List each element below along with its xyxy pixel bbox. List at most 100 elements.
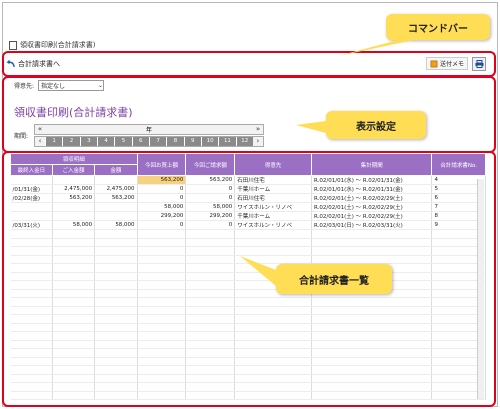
empty-cell — [10, 255, 53, 264]
month-button[interactable]: 6 — [131, 137, 149, 146]
empty-cell — [10, 246, 53, 256]
empty-cell — [137, 229, 187, 239]
table-cell: R.02/01/01(水) ～ R.02/01/31(金) — [311, 175, 433, 185]
command-bar: 合計請求書へ 送付メモ — [4, 54, 492, 73]
empty-cell — [234, 391, 312, 400]
table-cell: /03/31(火) — [10, 220, 53, 230]
prev-month-button[interactable]: ‹ — [35, 137, 45, 146]
column-header[interactable]: 今回ご請求額 — [185, 153, 236, 176]
empty-cell — [94, 229, 138, 239]
empty-cell — [10, 289, 53, 298]
empty-cell — [311, 323, 433, 332]
empty-row — [10, 391, 486, 400]
column-header[interactable]: 金額 — [94, 164, 138, 176]
command-bar-right: 送付メモ — [425, 56, 486, 71]
empty-cell — [311, 348, 433, 358]
send-memo-button[interactable]: 送付メモ — [425, 57, 468, 70]
next-month-button[interactable]: › — [252, 137, 263, 146]
table-row[interactable]: /02/28(金) 563,200 563,200 0 0 石田川住宅 R.02/02/01… — [10, 193, 486, 203]
column-header[interactable]: 今回お買上額 — [136, 153, 187, 176]
callout-list: 合計請求書一覧 — [240, 256, 392, 294]
empty-row — [10, 374, 486, 383]
empty-cell — [10, 348, 53, 358]
month-button[interactable]: 5 — [114, 137, 132, 146]
empty-row — [10, 306, 486, 315]
empty-cell — [185, 314, 236, 324]
table-row[interactable]: 563,200 563,200 石田川住宅 R.02/01/01(水) ～ R.02/… — [10, 175, 486, 185]
column-header[interactable]: 得意先 — [234, 153, 312, 176]
empty-row — [10, 340, 486, 349]
next-year-button[interactable]: » — [253, 125, 263, 134]
month-button[interactable]: 8 — [166, 137, 184, 146]
month-button[interactable]: 9 — [183, 137, 201, 146]
empty-cell — [52, 306, 96, 315]
empty-cell — [10, 297, 53, 307]
column-header[interactable]: ご入金額 — [51, 164, 96, 176]
table-row[interactable]: /03/31(火) 58,000 58,000 0 0 ワイスホルン・リノベ R.02/03… — [10, 220, 486, 230]
year-text: 年 — [145, 127, 152, 134]
group-header: 領収明細 — [10, 153, 138, 165]
month-button[interactable]: 3 — [79, 137, 97, 146]
empty-cell — [94, 238, 138, 247]
column-header[interactable]: 集計期間 — [310, 153, 433, 176]
empty-cell — [137, 331, 187, 341]
empty-cell — [234, 348, 312, 358]
month-button[interactable]: 2 — [62, 137, 80, 146]
empty-cell — [185, 340, 236, 349]
table-row[interactable]: 58,000 58,000 ワイスホルン・リノベ R.02/02/01(土) ～ R.… — [10, 202, 486, 212]
tab-receipt-print[interactable]: 領収書印刷(合計請求書) — [9, 40, 95, 50]
empty-cell — [185, 297, 236, 307]
empty-cell — [10, 263, 53, 273]
print-button[interactable] — [472, 56, 486, 71]
empty-cell — [137, 365, 187, 375]
empty-cell — [52, 374, 96, 383]
column-header[interactable]: 合計請求書No. — [431, 153, 486, 176]
empty-cell — [311, 314, 433, 324]
empty-cell — [10, 229, 53, 239]
table-cell: R.02/03/01(日) ～ R.02/03/31(火) — [311, 220, 433, 230]
invoice-table: 領収明細 今回お買上額 今回ご請求額 得意先 集計期間 合計請求書No. 最終入… — [10, 153, 486, 400]
month-button[interactable]: 10 — [200, 137, 219, 146]
empty-cell — [234, 340, 312, 349]
empty-cell — [234, 314, 312, 324]
empty-cell — [185, 365, 236, 375]
table-row[interactable]: /01/31(金) 2,475,000 2,475,000 0 0 千葉川ホーム R.02/… — [10, 184, 486, 194]
empty-cell — [137, 289, 187, 298]
prev-year-button[interactable]: « — [35, 125, 45, 134]
callout-command-bar: コマンドバー — [338, 14, 490, 56]
empty-cell — [311, 357, 433, 366]
table-cell: 563,200 — [185, 175, 236, 185]
empty-cell — [185, 331, 236, 341]
table-cell: R.02/01/01(水) ～ R.02/01/31(金) — [311, 184, 433, 194]
table-cell — [10, 202, 53, 212]
empty-row — [10, 263, 486, 273]
empty-cell — [137, 357, 187, 366]
store-value: 指定なし — [41, 83, 66, 90]
store-select[interactable]: 指定なし ⌄ — [38, 80, 105, 91]
back-to-invoice-button[interactable]: 合計請求書へ — [6, 59, 60, 69]
empty-cell — [10, 280, 53, 290]
memo-icon — [430, 60, 438, 67]
table-cell: 58,000 — [52, 220, 96, 230]
back-label: 合計請求書へ — [18, 59, 60, 68]
empty-cell — [52, 348, 96, 358]
month-button[interactable]: 11 — [218, 137, 236, 146]
empty-row — [10, 365, 486, 375]
month-button[interactable]: 4 — [96, 137, 115, 146]
empty-row — [10, 331, 486, 341]
month-selector: ‹ 1 2 3 4 5 6 7 8 9 10 11 12 › — [34, 136, 264, 147]
month-button[interactable]: 1 — [45, 137, 63, 146]
table-cell: R.02/02/01(土) ～ R.02/02/29(土) — [311, 211, 433, 221]
month-button[interactable]: 12 — [235, 137, 253, 146]
month-button[interactable]: 7 — [148, 137, 167, 146]
empty-cell — [137, 263, 187, 273]
column-header[interactable]: 最終入金日 — [10, 164, 53, 176]
empty-cell — [94, 357, 138, 366]
table-cell — [52, 175, 96, 185]
vertical-scrollbar[interactable] — [477, 179, 484, 399]
empty-row — [10, 246, 486, 256]
empty-cell — [52, 391, 96, 400]
empty-cell — [94, 246, 138, 256]
empty-cell — [52, 365, 96, 375]
table-row[interactable]: 299,200 299,200 千葉川ホーム R.02/02/01(土) ～ R.02… — [10, 211, 486, 221]
